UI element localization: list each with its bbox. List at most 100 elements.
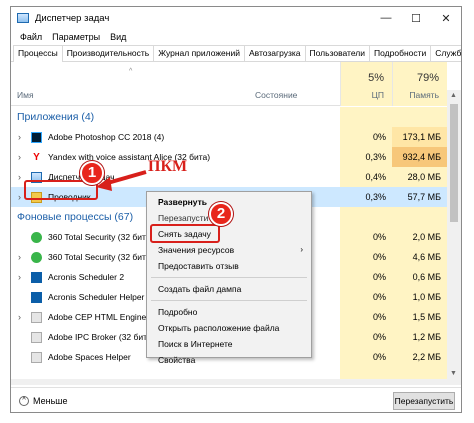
table-row[interactable]: › Y Yandex with voice assistant Alice (3…: [11, 147, 447, 167]
process-cpu: 0%: [340, 327, 392, 347]
process-cpu: 0%: [340, 307, 392, 327]
column-header: ^ Имя Состояние 5% ЦП 79% Память: [11, 62, 461, 106]
process-memory: 4,6 МБ: [392, 247, 447, 267]
cpu-total: 5%: [368, 72, 384, 84]
fewer-details-button[interactable]: ^ Меньше: [19, 396, 68, 406]
process-name: Adobe Photoshop CC 2018 (4): [48, 132, 165, 142]
process-memory: 1,0 МБ: [392, 287, 447, 307]
memory-label: Память: [409, 90, 439, 100]
horizontal-scrollbar[interactable]: [11, 379, 461, 385]
process-cpu: 0%: [340, 247, 392, 267]
restart-button[interactable]: Перезапустить: [393, 392, 455, 410]
task-manager-icon: [17, 13, 29, 23]
process-name: 360 Total Security (32 бита): [48, 232, 154, 242]
process-cpu: 0,4%: [340, 167, 392, 187]
menu-details[interactable]: Подробно: [147, 304, 311, 320]
menu-open-file-location[interactable]: Открыть расположение файла: [147, 320, 311, 336]
expand-chevron-icon[interactable]: ›: [18, 152, 21, 162]
highlight-end-task: [150, 224, 220, 243]
360-security-icon: [31, 251, 42, 263]
adobe-app-icon: [31, 351, 42, 363]
fewer-details-label: Меньше: [33, 396, 68, 406]
step-2-badge: 2: [209, 202, 233, 226]
right-click-label: ПКМ: [148, 158, 188, 175]
process-cpu: 0%: [340, 227, 392, 247]
minimize-button[interactable]: —: [371, 7, 401, 29]
menu-feedback[interactable]: Предоставить отзыв: [147, 258, 311, 274]
maximize-button[interactable]: ☐: [401, 7, 431, 29]
memory-total: 79%: [416, 72, 439, 84]
tab-services[interactable]: Службы: [430, 45, 461, 61]
vertical-scrollbar[interactable]: ▲ ▼: [447, 90, 461, 379]
tab-bar: Процессы Производительность Журнал прило…: [11, 45, 461, 62]
group-label: Фоновые процессы (67): [17, 211, 134, 223]
group-label: Приложения (4): [17, 111, 95, 123]
process-cpu: 0%: [340, 287, 392, 307]
process-memory: 1,2 МБ: [392, 327, 447, 347]
process-memory: 28,0 МБ: [392, 167, 447, 187]
expand-chevron-icon[interactable]: ›: [18, 252, 21, 262]
process-name: 360 Total Security (32 бита): [48, 252, 154, 262]
menu-resource-values[interactable]: Значения ресурсов ›: [147, 242, 311, 258]
column-cpu[interactable]: 5% ЦП: [340, 62, 392, 106]
column-status[interactable]: Состояние: [255, 90, 297, 100]
menu-options[interactable]: Параметры: [47, 32, 105, 42]
process-name: Adobe Spaces Helper: [48, 352, 131, 362]
process-name: Acronis Scheduler 2: [48, 272, 125, 282]
close-button[interactable]: ✕: [431, 7, 461, 29]
sort-indicator-icon: ^: [129, 68, 133, 75]
expand-chevron-icon[interactable]: ›: [18, 172, 21, 182]
expand-chevron-icon[interactable]: ›: [18, 132, 21, 142]
process-cpu: 0,3%: [340, 187, 392, 207]
step-1-badge: 1: [80, 161, 104, 185]
tab-users[interactable]: Пользователи: [304, 45, 371, 61]
table-row[interactable]: [11, 367, 447, 379]
tab-details[interactable]: Подробности: [369, 45, 432, 61]
menu-view[interactable]: Вид: [105, 32, 131, 42]
table-row[interactable]: › Adobe Photoshop CC 2018 (4) 0% 173,1 М…: [11, 127, 447, 147]
tab-processes[interactable]: Процессы: [13, 45, 63, 62]
acronis-icon: [31, 271, 42, 283]
expand-chevron-icon[interactable]: ›: [18, 192, 21, 202]
process-name: Acronis Scheduler Helper: [48, 292, 145, 302]
footer: ^ Меньше Перезапустить: [11, 387, 461, 412]
acronis-icon: [31, 291, 42, 303]
360-security-icon: [31, 231, 42, 243]
process-cpu: 0%: [340, 127, 392, 147]
process-memory: [392, 367, 447, 379]
window-title: Диспетчер задач: [35, 12, 110, 24]
column-name[interactable]: Имя: [17, 90, 34, 100]
process-memory: 2,0 МБ: [392, 227, 447, 247]
menu-search-online[interactable]: Поиск в Интернете: [147, 336, 311, 352]
process-cpu: 0,3%: [340, 147, 392, 167]
process-memory: 57,7 МБ: [392, 187, 447, 207]
yandex-icon: Y: [33, 151, 40, 163]
process-memory: 0,6 МБ: [392, 267, 447, 287]
scroll-thumb[interactable]: [450, 104, 458, 222]
menu-properties[interactable]: Свойства: [147, 352, 311, 368]
menu-create-dump[interactable]: Создать файл дампа: [147, 281, 311, 297]
process-memory: 2,2 МБ: [392, 347, 447, 367]
submenu-arrow-icon: ›: [300, 245, 303, 254]
scroll-up-icon[interactable]: ▲: [450, 92, 457, 99]
group-header-apps[interactable]: Приложения (4): [11, 107, 447, 127]
tab-performance[interactable]: Производительность: [61, 45, 155, 61]
tab-app-history[interactable]: Журнал приложений: [153, 45, 245, 61]
expand-chevron-icon[interactable]: ›: [18, 312, 21, 322]
menu-file[interactable]: Файл: [15, 32, 47, 42]
tab-startup[interactable]: Автозагрузка: [243, 45, 306, 61]
process-memory: 932,4 МБ: [392, 147, 447, 167]
menu-bar: Файл Параметры Вид: [11, 29, 461, 45]
column-memory[interactable]: 79% Память: [392, 62, 447, 106]
photoshop-icon: [31, 131, 42, 143]
cpu-label: ЦП: [371, 90, 384, 100]
scroll-down-icon[interactable]: ▼: [450, 370, 457, 377]
menu-resource-values-label: Значения ресурсов: [158, 245, 235, 255]
expand-chevron-icon[interactable]: ›: [18, 272, 21, 282]
process-memory: 173,1 МБ: [392, 127, 447, 147]
menu-separator: [151, 300, 307, 301]
process-cpu: 0%: [340, 267, 392, 287]
process-cpu: [340, 367, 392, 379]
adobe-app-icon: [31, 311, 42, 323]
title-bar: Диспетчер задач — ☐ ✕: [11, 7, 461, 29]
